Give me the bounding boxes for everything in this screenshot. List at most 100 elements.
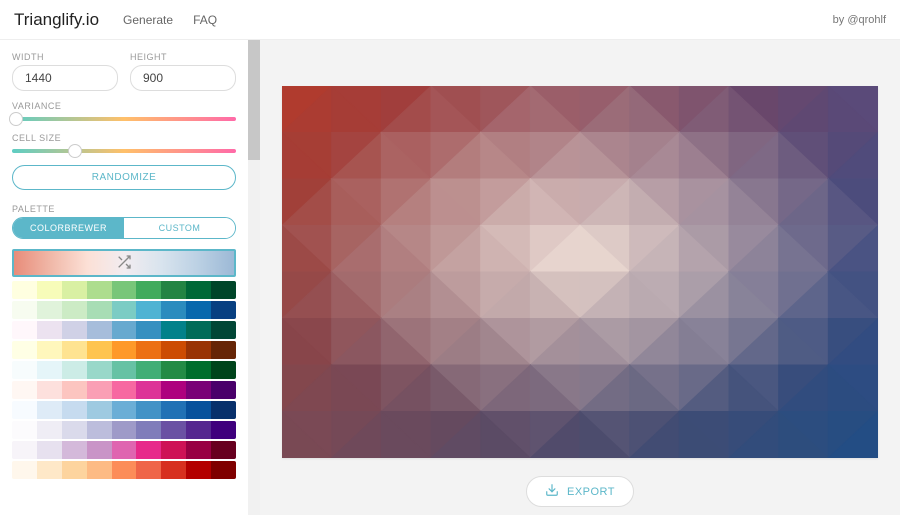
randomize-button[interactable]: RANDOMIZE	[12, 165, 236, 190]
swatch	[12, 361, 37, 379]
swatch	[37, 361, 62, 379]
swatch	[136, 301, 161, 319]
swatch	[136, 341, 161, 359]
palette-row[interactable]	[12, 301, 236, 319]
swatch	[136, 361, 161, 379]
swatch	[161, 301, 186, 319]
swatch	[186, 421, 211, 439]
swatch	[87, 401, 112, 419]
swatch	[186, 401, 211, 419]
swatch	[62, 441, 87, 459]
export-icon	[545, 483, 559, 500]
swatch	[112, 461, 137, 479]
swatch	[112, 301, 137, 319]
swatch	[87, 461, 112, 479]
palette-row[interactable]	[12, 401, 236, 419]
swatch	[37, 321, 62, 339]
brand-logo[interactable]: Trianglify.io	[14, 10, 99, 30]
swatch	[62, 381, 87, 399]
palette-row[interactable]	[12, 341, 236, 359]
swatch	[12, 321, 37, 339]
tab-custom[interactable]: CUSTOM	[124, 218, 235, 238]
swatch	[136, 281, 161, 299]
swatch	[161, 461, 186, 479]
swatch	[112, 281, 137, 299]
palette-list	[12, 281, 236, 479]
swatch	[37, 301, 62, 319]
swatch	[62, 421, 87, 439]
swatch	[136, 461, 161, 479]
cellsize-knob[interactable]	[68, 144, 82, 158]
nav-faq[interactable]: FAQ	[193, 13, 217, 27]
header: Trianglify.io Generate FAQ by @qrohlf	[0, 0, 900, 40]
palette-row[interactable]	[12, 421, 236, 439]
swatch	[87, 421, 112, 439]
main: WIDTH HEIGHT VARIANCE CELL SIZE RANDOMIZ…	[0, 40, 900, 515]
swatch	[12, 401, 37, 419]
swatch	[186, 461, 211, 479]
palette-row[interactable]	[12, 381, 236, 399]
swatch	[112, 441, 137, 459]
swatch	[211, 321, 236, 339]
palette-row[interactable]	[12, 281, 236, 299]
palette-row[interactable]	[12, 441, 236, 459]
palette-label: PALETTE	[12, 204, 236, 214]
swatch	[211, 301, 236, 319]
scrollbar-track[interactable]	[248, 40, 260, 515]
swatch	[112, 401, 137, 419]
swatch	[161, 421, 186, 439]
swatch	[37, 421, 62, 439]
nav-generate[interactable]: Generate	[123, 13, 173, 27]
variance-label: VARIANCE	[12, 101, 236, 111]
height-input[interactable]	[130, 65, 236, 91]
width-input[interactable]	[12, 65, 118, 91]
palette-row[interactable]	[12, 461, 236, 479]
swatch	[12, 341, 37, 359]
export-label: EXPORT	[567, 486, 615, 498]
swatch	[12, 301, 37, 319]
swatch	[112, 321, 137, 339]
swatch	[161, 381, 186, 399]
swatch	[211, 281, 236, 299]
swatch	[87, 281, 112, 299]
shuffle-icon	[116, 254, 132, 273]
swatch	[12, 441, 37, 459]
swatch	[186, 361, 211, 379]
swatch	[211, 461, 236, 479]
swatch	[211, 421, 236, 439]
swatch	[112, 381, 137, 399]
swatch	[62, 461, 87, 479]
variance-slider[interactable]	[12, 117, 236, 121]
cellsize-slider[interactable]	[12, 149, 236, 153]
swatch	[211, 401, 236, 419]
byline[interactable]: by @qrohlf	[833, 14, 886, 26]
swatch	[186, 301, 211, 319]
swatch	[161, 341, 186, 359]
palette-selected[interactable]	[12, 249, 236, 277]
export-button[interactable]: EXPORT	[526, 476, 634, 507]
swatch	[12, 381, 37, 399]
swatch	[62, 281, 87, 299]
swatch	[62, 361, 87, 379]
swatch	[186, 441, 211, 459]
swatch	[87, 361, 112, 379]
swatch	[136, 421, 161, 439]
scrollbar-thumb[interactable]	[248, 40, 260, 160]
swatch	[112, 341, 137, 359]
palette-row[interactable]	[12, 321, 236, 339]
canvas-area: EXPORT	[260, 40, 900, 515]
trianglify-preview	[282, 86, 878, 458]
variance-knob[interactable]	[9, 112, 23, 126]
swatch	[37, 401, 62, 419]
swatch	[136, 441, 161, 459]
swatch	[12, 461, 37, 479]
swatch	[62, 321, 87, 339]
swatch	[112, 361, 137, 379]
swatch	[136, 401, 161, 419]
swatch	[211, 381, 236, 399]
palette-row[interactable]	[12, 361, 236, 379]
swatch	[186, 341, 211, 359]
swatch	[161, 441, 186, 459]
tab-colorbrewer[interactable]: COLORBREWER	[13, 218, 124, 238]
swatch	[211, 361, 236, 379]
